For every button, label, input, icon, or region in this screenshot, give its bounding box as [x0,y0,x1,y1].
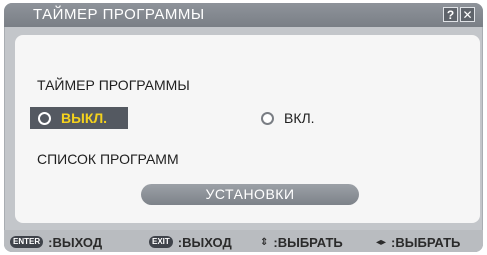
hint-leftright: ◂▸ :ВЫБРАТЬ [376,234,460,250]
radio-on-label: ВКЛ. [284,110,315,126]
section-title-program-timer: ТАЙМЕР ПРОГРАММЫ [37,77,190,93]
radio-option-off[interactable]: ВЫКЛ. [30,107,128,129]
up-down-arrows-icon: ⇕ [260,236,269,248]
radio-selected-icon [38,111,51,125]
exit-key-icon: EXIT [149,236,173,248]
hint-exit: EXIT :ВЫХОД [149,234,232,250]
radio-off-label: ВЫКЛ. [61,110,108,126]
enter-key-icon: ENTER [10,236,44,248]
radio-option-on[interactable]: ВКЛ. [255,107,315,129]
hint-updown: ⇕ :ВЫБРАТЬ [260,234,343,250]
leftright-action-label: :ВЫБРАТЬ [391,234,461,250]
dialog-title: ТАЙМЕР ПРОГРАММЫ [33,6,205,23]
key-hint-bar: ENTER :ВЫХОД EXIT :ВЫХОД ⇕ :ВЫБРАТЬ ◂▸ :… [4,230,483,252]
program-timer-dialog: ТАЙМЕР ПРОГРАММЫ ? ✕ ТАЙМЕР ПРОГРАММЫ ВЫ… [4,3,483,252]
hint-enter: ENTER :ВЫХОД [10,234,102,250]
content-panel: ТАЙМЕР ПРОГРАММЫ ВЫКЛ. ВКЛ. СПИСОК ПРОГР… [15,35,480,223]
close-icon[interactable]: ✕ [460,7,475,22]
title-bar: ТАЙМЕР ПРОГРАММЫ ? ✕ [4,3,483,27]
help-icon[interactable]: ? [443,7,458,22]
enter-action-label: :ВЫХОД [48,234,103,250]
settings-button[interactable]: УСТАНОВКИ [141,184,359,205]
program-list-label: СПИСОК ПРОГРАММ [37,151,179,167]
exit-action-label: :ВЫХОД [177,234,232,250]
left-right-arrows-icon: ◂▸ [376,236,387,248]
radio-unselected-icon [261,111,274,125]
updown-action-label: :ВЫБРАТЬ [273,234,343,250]
